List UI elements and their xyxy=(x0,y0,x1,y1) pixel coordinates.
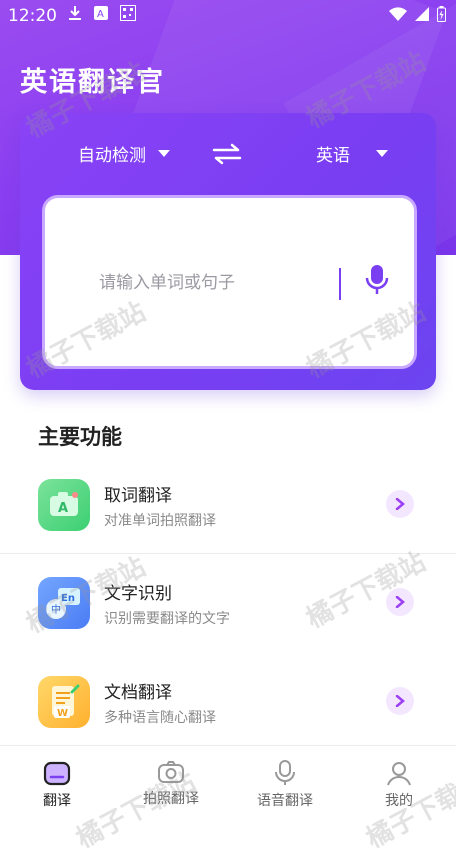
nav-tab-label: 翻译 xyxy=(43,793,71,809)
section-title: 主要功能 xyxy=(38,425,122,449)
nav-tab-profile[interactable]: 我的 xyxy=(354,760,444,810)
divider xyxy=(0,553,456,554)
nav-tab-label: 拍照翻译 xyxy=(143,791,199,807)
source-language-label: 自动检测 xyxy=(78,146,146,166)
language-selector-row: 自动检测 英语 xyxy=(20,141,436,171)
qr-code-icon xyxy=(120,5,136,21)
swap-icon xyxy=(212,143,242,165)
feature-name: 取词翻译 xyxy=(104,486,172,506)
translation-input[interactable] xyxy=(97,272,331,294)
chevron-down-icon xyxy=(376,150,388,157)
app-title: 英语翻译官 xyxy=(20,67,165,98)
svg-text:A: A xyxy=(97,9,104,20)
wifi-icon xyxy=(389,7,407,21)
nav-tab-voice-translate[interactable]: 语音翻译 xyxy=(240,760,330,810)
chevron-down-icon xyxy=(158,150,170,157)
source-language-dropdown[interactable]: 自动检测 xyxy=(78,141,170,166)
microphone-icon xyxy=(275,760,295,785)
translator-card: 自动检测 英语 xyxy=(20,113,436,390)
bottom-navigation: 翻译 拍照翻译 语音翻译 我的 xyxy=(0,745,456,813)
camera-icon xyxy=(158,761,184,783)
feature-name: 文档翻译 xyxy=(104,683,172,703)
nav-tab-photo-translate[interactable]: 拍照翻译 xyxy=(126,760,216,808)
feature-name: 文字识别 xyxy=(104,584,172,604)
text-cursor xyxy=(339,268,341,300)
svg-text:A: A xyxy=(58,501,68,516)
chevron-right-icon xyxy=(386,588,414,616)
svg-text:中: 中 xyxy=(51,603,61,616)
target-language-label: 英语 xyxy=(316,146,350,166)
camera-a-icon: A xyxy=(38,479,90,531)
feature-description: 多种语言随心翻译 xyxy=(104,710,216,726)
nav-tab-label: 语音翻译 xyxy=(257,793,313,809)
chevron-right-icon xyxy=(386,687,414,715)
target-language-dropdown[interactable]: 英语 xyxy=(316,141,388,166)
status-time: 12:20 xyxy=(8,6,57,26)
microphone-icon xyxy=(365,265,389,294)
feature-description: 对准单词拍照翻译 xyxy=(104,513,216,529)
feature-word-capture[interactable]: A 取词翻译 对准单词拍照翻译 xyxy=(0,479,456,575)
translate-icon xyxy=(43,761,71,786)
text-recognition-icon: En 中 xyxy=(38,577,90,629)
profile-icon xyxy=(387,762,411,786)
feature-text-recognition[interactable]: En 中 文字识别 识别需要翻译的文字 xyxy=(0,577,456,673)
document-word-icon: W xyxy=(38,676,90,728)
nav-tab-translate[interactable]: 翻译 xyxy=(12,760,102,810)
app-notification-icon: A xyxy=(94,6,108,20)
download-icon xyxy=(69,6,81,20)
voice-input-button[interactable] xyxy=(365,264,389,300)
chevron-right-icon xyxy=(386,490,414,518)
status-bar: 12:20 A xyxy=(0,0,456,32)
swap-languages-button[interactable] xyxy=(210,143,244,170)
svg-text:W: W xyxy=(57,708,68,719)
signal-icon xyxy=(415,7,429,21)
nav-tab-label: 我的 xyxy=(385,793,413,809)
battery-icon xyxy=(437,6,446,22)
translation-input-box[interactable] xyxy=(42,195,417,369)
feature-description: 识别需要翻译的文字 xyxy=(104,611,230,627)
